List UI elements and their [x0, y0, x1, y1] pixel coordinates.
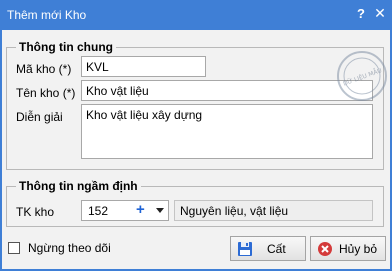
- save-button[interactable]: Cất: [230, 236, 306, 261]
- sample-data-stamp: DỮ LIỆU MẪU: [337, 51, 387, 101]
- warehouse-code-input[interactable]: KVL: [81, 56, 206, 77]
- warehouse-code-label: Mã kho (*): [16, 62, 72, 76]
- cancel-icon: [318, 242, 332, 256]
- warehouse-name-input[interactable]: Kho vật liệu: [81, 80, 373, 101]
- close-icon[interactable]: ✕: [374, 5, 386, 22]
- stamp-text: DỮ LIỆU MẪU: [342, 66, 383, 87]
- warehouse-name-label: Tên kho (*): [16, 86, 76, 100]
- description-label: Diễn giải: [16, 110, 63, 124]
- account-name-field: Nguyên liệu, vật liệu: [174, 200, 373, 221]
- inactive-checkbox[interactable]: [8, 242, 20, 254]
- cancel-label: Hủy bỏ: [339, 242, 378, 256]
- save-icon: [238, 242, 252, 256]
- account-combo[interactable]: 152 +: [81, 200, 169, 221]
- dialog-body: Thông tin chung Mã kho (*) KVL Tên kho (…: [2, 30, 390, 269]
- inactive-label: Ngừng theo dõi: [28, 241, 111, 255]
- default-info-legend: Thông tin ngầm định: [16, 179, 141, 193]
- general-info-legend: Thông tin chung: [16, 40, 116, 54]
- description-textarea[interactable]: Kho vật liệu xây dựng: [81, 104, 373, 159]
- chevron-down-icon[interactable]: [156, 208, 164, 213]
- dialog-title: Thêm mới Kho: [7, 8, 87, 22]
- account-value: 152: [88, 204, 109, 218]
- add-icon[interactable]: +: [136, 201, 145, 218]
- cancel-button[interactable]: Hủy bỏ: [310, 236, 386, 261]
- account-label: TK kho: [16, 205, 55, 219]
- title-bar[interactable]: Thêm mới Kho ? ✕: [0, 0, 392, 30]
- help-icon[interactable]: ?: [355, 6, 367, 21]
- save-label: Cất: [267, 242, 286, 256]
- dialog-window: Thêm mới Kho ? ✕ Thông tin chung Mã kho …: [0, 0, 392, 271]
